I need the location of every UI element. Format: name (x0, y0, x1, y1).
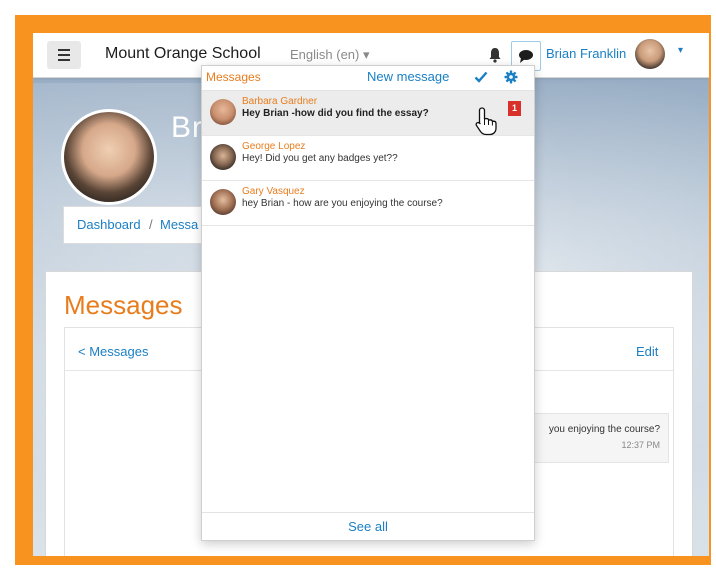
sender-avatar (210, 189, 236, 215)
message-item-gary[interactable]: Gary Vasquez hey Brian - how are you enj… (202, 181, 534, 226)
breadcrumb-dashboard[interactable]: Dashboard (77, 217, 141, 232)
unread-count-badge: 1 (508, 101, 521, 116)
message-sender: George Lopez (242, 141, 306, 152)
message-preview: Hey! Did you get any badges yet?? (242, 153, 398, 164)
profile-name: Br (171, 111, 203, 144)
bell-icon[interactable] (488, 47, 502, 63)
gear-icon[interactable] (504, 70, 518, 84)
back-to-messages-link[interactable]: < Messages (78, 344, 148, 359)
new-message-link[interactable]: New message (367, 69, 449, 84)
message-item-george[interactable]: George Lopez Hey! Did you get any badges… (202, 136, 534, 181)
user-menu-name[interactable]: Brian Franklin (546, 46, 626, 61)
check-icon[interactable] (474, 70, 488, 84)
sender-avatar (210, 99, 236, 125)
popover-footer: See all (202, 512, 534, 541)
popover-header: Messages New message (202, 66, 534, 91)
message-sender: Gary Vasquez (242, 186, 305, 197)
breadcrumb-messages[interactable]: Messa (160, 217, 198, 232)
language-menu[interactable]: English (en) ▾ (290, 47, 370, 63)
sender-avatar (210, 144, 236, 170)
message-preview: hey Brian - how are you enjoying the cou… (242, 198, 443, 209)
nav-drawer-button[interactable] (47, 41, 81, 69)
browser-viewport: Mount Orange School English (en) ▾ Brian… (33, 33, 709, 556)
profile-avatar (61, 109, 157, 205)
see-all-link[interactable]: See all (348, 519, 388, 534)
speech-bubble-icon (519, 50, 533, 63)
hand-pointer-icon (475, 107, 497, 136)
message-sender: Barbara Gardner (242, 96, 318, 107)
popover-title: Messages (206, 70, 261, 84)
messages-popover: Messages New message Barbara Gardner Hey… (201, 65, 535, 541)
page-title: Messages (64, 290, 183, 320)
message-bubble-text: you enjoying the course? (548, 424, 660, 435)
user-avatar[interactable] (635, 39, 665, 69)
breadcrumb-separator: / (149, 217, 153, 232)
message-preview: Hey Brian -how did you find the essay? (242, 108, 429, 119)
chevron-down-icon[interactable]: ▾ (678, 45, 683, 56)
edit-link[interactable]: Edit (636, 344, 658, 359)
message-bubble-time: 12:37 PM (621, 440, 660, 450)
site-name[interactable]: Mount Orange School (105, 45, 261, 63)
